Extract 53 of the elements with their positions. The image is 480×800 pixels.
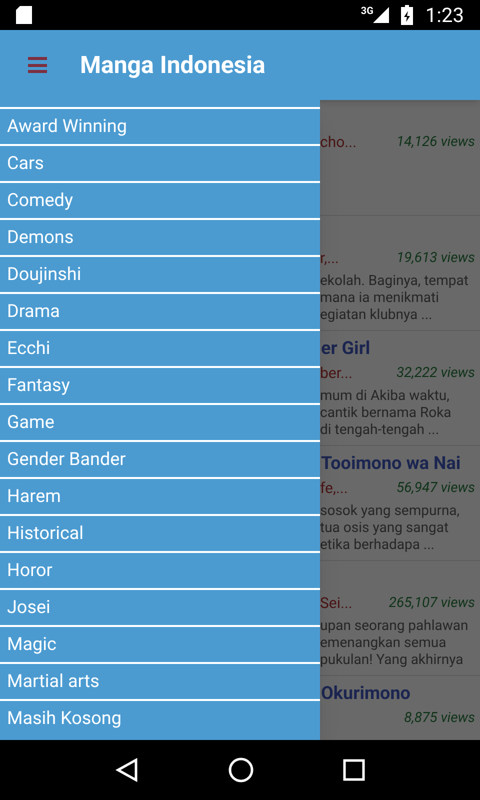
- manga-subtitle: Sei...: [320, 592, 352, 614]
- manga-subtitle: r,...: [320, 248, 339, 269]
- description-line: etika berhadapa ...: [320, 537, 436, 554]
- description-line: tua osis yang sangat: [320, 520, 450, 537]
- view-count: 56,947 views: [396, 478, 475, 498]
- description-line: emenangkan semua: [320, 635, 448, 652]
- battery-icon: [401, 5, 414, 25]
- home-icon[interactable]: [228, 757, 254, 783]
- drawer-item[interactable]: Demons: [0, 218, 320, 255]
- drawer-item[interactable]: Martial arts: [0, 662, 320, 699]
- drawer-item[interactable]: Horor: [0, 551, 320, 588]
- drawer-item[interactable]: Game: [0, 403, 320, 440]
- drawer-item[interactable]: Fantasy: [0, 366, 320, 403]
- manga-subtitle: cho...: [320, 132, 357, 153]
- back-icon[interactable]: [114, 758, 139, 782]
- description-line: cantik bernama Roka: [320, 405, 452, 422]
- manga-subtitle: fe,...: [320, 478, 348, 499]
- description-line: pukulan! Yang akhirnya: [320, 652, 464, 669]
- description-line: egiatan klubnya ...: [320, 307, 434, 324]
- description-line: ekolah. Baginya, tempat: [320, 273, 470, 290]
- view-count: 265,107 views: [388, 594, 475, 612]
- description-line: mana ia menikmati: [320, 290, 440, 307]
- description-line: upan seorang pahlawan: [320, 618, 470, 635]
- app-title: Manga Indonesia: [80, 50, 266, 81]
- drawer-item[interactable]: Magic: [0, 625, 320, 662]
- drawer-item[interactable]: Doujinshi: [0, 255, 320, 292]
- recents-icon[interactable]: [343, 759, 366, 781]
- signal-icon: [373, 7, 390, 23]
- drawer-item[interactable]: Gender Bander: [0, 440, 320, 477]
- drawer-item[interactable]: Comedy: [0, 181, 320, 218]
- manga-title: Tooimono wa Nai: [320, 452, 462, 476]
- manga-subtitle: ber...: [320, 362, 352, 384]
- drawer-item[interactable]: Harem: [0, 477, 320, 514]
- view-count: 8,875 views: [404, 708, 475, 728]
- view-count: 32,222 views: [396, 364, 475, 382]
- network-label: 3G: [360, 5, 374, 19]
- manga-title: er Girl: [320, 337, 372, 361]
- manga-title: Okurimono: [320, 682, 412, 706]
- clock: 1:23: [425, 2, 464, 29]
- menu-icon[interactable]: [28, 57, 47, 73]
- drawer-item[interactable]: Historical: [0, 514, 320, 551]
- drawer-item[interactable]: Masih Kosong: [0, 699, 320, 736]
- view-count: 14,126 views: [396, 132, 475, 152]
- sd-card-icon: [16, 6, 32, 24]
- description-line: sosok yang sempurna,: [320, 503, 461, 520]
- drawer-item[interactable]: Drama: [0, 292, 320, 329]
- drawer-item[interactable]: Award Winning: [0, 107, 320, 144]
- description-line: mum di Akiba waktu,: [320, 388, 450, 405]
- drawer-item[interactable]: Ecchi: [0, 329, 320, 366]
- drawer-item[interactable]: Josei: [0, 588, 320, 625]
- drawer-item[interactable]: Cars: [0, 144, 320, 181]
- view-count: 19,613 views: [396, 248, 475, 268]
- description-line: di tengah-tengah ...: [320, 422, 440, 439]
